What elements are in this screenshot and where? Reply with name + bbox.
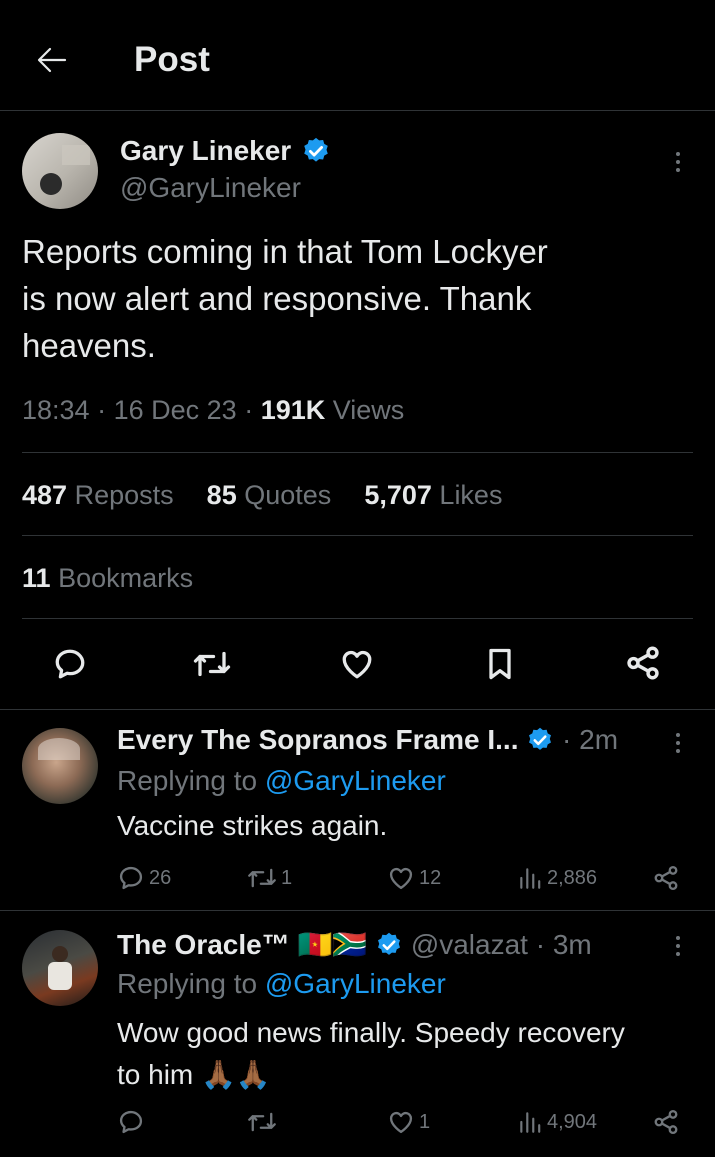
reply-share-button[interactable] <box>652 864 680 892</box>
replying-to: Replying to @GaryLineker <box>117 968 446 1000</box>
verified-badge-icon <box>304 137 328 162</box>
share-icon <box>654 1109 678 1135</box>
views-count: 2,886 <box>547 866 598 889</box>
reply-author-name[interactable]: The Oracle™ <box>117 929 290 960</box>
repost-button[interactable] <box>192 646 232 682</box>
post-meta: 18:34 · 16 Dec 23 · 191K Views <box>22 395 405 425</box>
reposts-count: 487 <box>22 480 68 510</box>
header-divider <box>0 110 715 111</box>
reply-like-button[interactable]: 12 <box>387 864 441 892</box>
bookmarks-stat[interactable]: 11 Bookmarks <box>22 563 193 594</box>
reply-header: The Oracle™ 🇨🇲🇿🇦 @valazat · 3m <box>117 929 592 960</box>
reply-button[interactable] <box>52 646 88 682</box>
reply-time: 3m <box>552 929 592 960</box>
heart-icon <box>342 650 372 679</box>
reply-text-line: Wow good news finally. Speedy recovery <box>117 1017 625 1048</box>
heart-icon <box>389 867 413 890</box>
bookmark-icon <box>489 648 511 680</box>
repost-icon <box>248 1112 276 1132</box>
replying-handle-link[interactable]: @GaryLineker <box>265 765 446 796</box>
bookmarks-label: Bookmarks <box>58 563 194 593</box>
repost-count: 1 <box>281 866 293 889</box>
likes-label: Likes <box>439 480 503 510</box>
quotes-count: 85 <box>206 480 237 510</box>
replying-handle-link[interactable]: @GaryLineker <box>265 968 446 999</box>
reply-avatar[interactable] <box>22 728 98 804</box>
reply-header: Every The Sopranos Frame I... · 2m <box>117 724 619 755</box>
reply-time: 2m <box>579 724 619 755</box>
reply-share-button[interactable] <box>652 1108 680 1136</box>
reply-comment-button[interactable] <box>117 1108 149 1136</box>
views-count: 191K <box>260 395 326 425</box>
divider <box>22 535 693 536</box>
back-button[interactable] <box>34 42 74 82</box>
share-button[interactable] <box>624 644 662 682</box>
page-title: Post <box>134 40 210 79</box>
like-count: 1 <box>419 1110 431 1133</box>
views-label: Views <box>332 395 405 425</box>
reply-like-button[interactable]: 1 <box>387 1108 430 1136</box>
reply-repost-button[interactable]: 1 <box>247 864 292 892</box>
reply-views-button[interactable]: 4,904 <box>517 1108 597 1136</box>
like-count: 12 <box>419 866 442 889</box>
post-text-line: Reports coming in that Tom Lockyer <box>22 233 548 270</box>
share-icon <box>627 646 659 680</box>
engagement-stats: 487 Reposts 85 Quotes 5,707 Likes <box>22 480 502 511</box>
reposts-label: Reposts <box>74 480 174 510</box>
author-name[interactable]: Gary Lineker <box>120 135 291 166</box>
replying-prefix: Replying to <box>117 968 258 999</box>
verified-badge-icon <box>378 932 400 955</box>
post-text: Reports coming in that Tom Lockyer is no… <box>22 228 692 369</box>
repost-icon <box>248 868 276 888</box>
views-chart-icon <box>520 868 541 889</box>
more-options-icon[interactable] <box>676 152 682 176</box>
repost-icon <box>193 651 231 677</box>
bookmarks-count: 11 <box>22 563 51 593</box>
reposts-stat[interactable]: 487 Reposts <box>22 480 174 510</box>
divider <box>0 709 715 710</box>
reply-comment-button[interactable]: 26 <box>117 864 171 892</box>
post-text-line: is now alert and responsive. Thank <box>22 280 532 317</box>
verified-badge-icon <box>529 727 552 750</box>
reply-views-button[interactable]: 2,886 <box>517 864 597 892</box>
divider <box>22 452 693 453</box>
likes-stat[interactable]: 5,707 Likes <box>364 480 502 510</box>
post-text-line: heavens. <box>22 327 156 364</box>
replying-prefix: Replying to <box>117 765 258 796</box>
reply-text-line: to him 🙏🏾🙏🏾 <box>117 1059 271 1090</box>
views-count: 4,904 <box>547 1110 598 1133</box>
replying-to: Replying to @GaryLineker <box>117 765 446 797</box>
reply-author-handle[interactable]: @valazat <box>411 929 528 960</box>
quotes-stat[interactable]: 85 Quotes <box>207 480 332 510</box>
author-handle[interactable]: @GaryLineker <box>120 172 301 204</box>
author-name-row: Gary Lineker <box>120 135 331 167</box>
comment-icon <box>55 649 85 679</box>
post-date: 16 Dec 23 <box>113 395 237 425</box>
quotes-label: Quotes <box>244 480 332 510</box>
author-avatar[interactable] <box>22 133 98 209</box>
views-chart-icon <box>520 1112 541 1133</box>
comment-icon <box>119 866 143 890</box>
reply-text: Vaccine strikes again. <box>117 810 388 841</box>
country-flags: 🇨🇲🇿🇦 <box>297 929 368 960</box>
likes-count: 5,707 <box>364 480 432 510</box>
post-time: 18:34 <box>22 395 90 425</box>
divider <box>22 618 693 619</box>
reply-avatar[interactable] <box>22 930 98 1006</box>
reply-more-options-icon[interactable] <box>676 733 682 757</box>
arrow-left-icon <box>37 47 67 73</box>
comment-icon <box>119 1110 143 1134</box>
comment-count: 26 <box>149 866 172 889</box>
divider <box>0 910 715 911</box>
bookmark-button[interactable] <box>484 646 516 682</box>
share-icon <box>654 865 678 891</box>
reply-more-options-icon[interactable] <box>676 936 682 960</box>
heart-icon <box>389 1111 413 1134</box>
reply-repost-button[interactable] <box>247 1108 281 1136</box>
reply-author-name[interactable]: Every The Sopranos Frame I... <box>117 724 518 755</box>
like-button[interactable] <box>338 646 376 682</box>
reply-text: Wow good news finally. Speedy recovery t… <box>117 1012 697 1096</box>
